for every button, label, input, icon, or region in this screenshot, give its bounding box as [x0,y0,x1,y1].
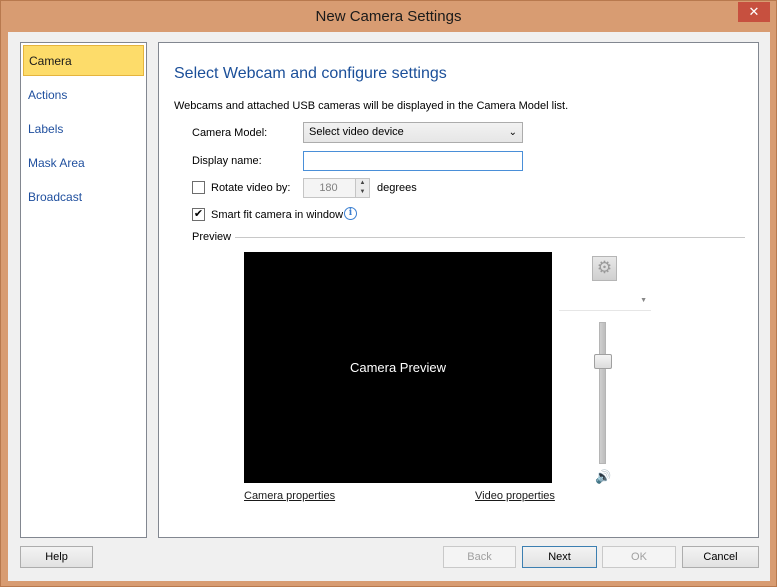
dialog-client-area: Camera Actions Labels Mask Area Broadcas… [8,32,770,581]
sidebar-item-label: Broadcast [28,190,83,204]
gear-icon: ⚙ [596,258,613,277]
smart-fit-label: Smart fit camera in window [211,209,344,221]
sidebar-item-label: Labels [28,122,64,136]
camera-model-select[interactable]: Select video device ⌄ [303,122,523,143]
preview-divider [235,237,745,238]
dialog-window: New Camera Settings ✕ Camera Actions Lab… [0,0,777,587]
rotate-video-label: Rotate video by: [211,182,291,194]
spin-up-icon[interactable]: ▲ [355,179,369,188]
window-title: New Camera Settings [315,8,462,25]
page-title: Select Webcam and configure settings [174,65,447,82]
camera-preview: Camera Preview [244,252,552,483]
preview-section-label: Preview [192,231,232,243]
checkmark-icon: ✔ [193,208,204,220]
sidebar-item-mask-area[interactable]: Mask Area [23,148,144,179]
preview-settings-button[interactable]: ⚙ [592,256,617,281]
sidebar-item-label: Actions [28,88,68,102]
sidebar-item-labels[interactable]: Labels [23,114,144,145]
spin-down-icon[interactable]: ▼ [355,188,369,197]
close-icon: ✕ [748,4,760,19]
display-name-input[interactable] [303,151,523,171]
sidebar-item-label: Camera [29,54,72,68]
sidebar-item-label: Mask Area [28,156,85,170]
audio-device-dropdown[interactable]: ▼ [559,293,651,311]
back-button[interactable]: Back [443,546,516,568]
display-name-label: Display name: [192,155,262,167]
sidebar-nav: Camera Actions Labels Mask Area Broadcas… [20,42,147,538]
next-button[interactable]: Next [522,546,597,568]
title-bar: New Camera Settings ✕ [1,1,776,33]
degrees-unit-label: degrees [377,182,417,194]
sidebar-item-camera[interactable]: Camera [23,45,144,76]
settings-panel: Select Webcam and configure settings Web… [158,42,759,538]
smart-fit-checkbox[interactable]: ✔ [192,208,205,221]
camera-model-value: Select video device [309,126,404,138]
volume-slider-thumb[interactable] [594,353,612,369]
camera-model-label: Camera Model: [192,127,268,139]
video-properties-link[interactable]: Video properties [475,490,555,502]
sidebar-item-broadcast[interactable]: Broadcast [23,182,144,213]
chevron-down-icon: ⌄ [508,127,517,138]
close-button[interactable]: ✕ [738,2,770,22]
rotate-degrees-stepper[interactable]: 180 ▲ ▼ [303,178,370,198]
speaker-icon: 🔊 [595,469,612,484]
rotate-video-checkbox[interactable] [192,181,205,194]
watermark-logo [624,519,770,579]
chevron-down-icon: ▼ [640,297,647,304]
info-icon[interactable]: i [344,207,357,220]
camera-properties-link[interactable]: Camera properties [244,490,335,502]
sidebar-item-actions[interactable]: Actions [23,80,144,111]
rotate-degrees-value: 180 [319,182,338,194]
camera-preview-placeholder: Camera Preview [349,360,447,375]
volume-slider-track[interactable] [599,322,606,464]
page-description: Webcams and attached USB cameras will be… [174,100,569,112]
help-button[interactable]: Help [20,546,93,568]
